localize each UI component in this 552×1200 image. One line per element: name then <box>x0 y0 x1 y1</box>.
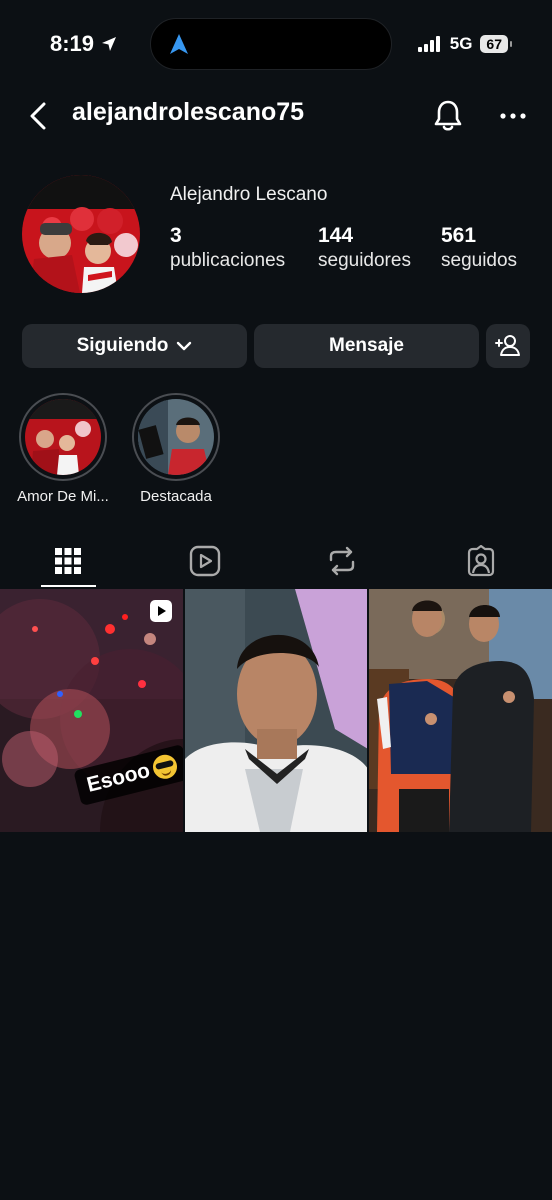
tagged-icon <box>467 545 495 577</box>
highlight-item[interactable]: Destacada <box>121 393 231 505</box>
reel-badge-icon <box>149 600 172 622</box>
reposts-icon <box>329 546 355 576</box>
post-thumbnail[interactable] <box>369 589 552 832</box>
notifications-button[interactable] <box>432 98 464 139</box>
profile-display-name: Alejandro Lescano <box>170 184 328 205</box>
following-button[interactable]: Siguiendo <box>22 324 247 368</box>
stat-followers-value: 144 <box>318 224 354 247</box>
back-button[interactable] <box>26 98 50 134</box>
highlight-cover <box>25 399 101 475</box>
more-dots-icon <box>500 113 526 119</box>
message-button-label: Mensaje <box>329 335 404 356</box>
navigation-icon <box>170 34 188 54</box>
post-thumbnail[interactable]: Esooo <box>0 589 183 832</box>
reels-icon <box>189 545 221 577</box>
tab-tagged[interactable] <box>461 541 501 581</box>
stat-following-label: seguidos <box>441 250 518 271</box>
highlight-ring <box>19 393 107 481</box>
profile-avatar[interactable] <box>22 175 140 293</box>
post-thumbnail[interactable] <box>184 589 368 832</box>
chevron-left-icon <box>30 102 46 130</box>
add-person-icon <box>495 335 520 356</box>
signal-icon <box>417 36 440 52</box>
highlight-item[interactable]: Amor De Mi... <box>8 393 118 505</box>
highlight-label: Amor De Mi... <box>17 488 109 505</box>
post-image <box>369 589 552 832</box>
status-bar: 8:19 5G 67 <box>0 0 552 90</box>
stat-posts-value: 3 <box>170 224 182 247</box>
post-image <box>184 589 368 832</box>
avatar-photo <box>22 175 140 293</box>
tab-posts-grid[interactable] <box>48 541 88 581</box>
suggest-users-button[interactable] <box>486 324 530 368</box>
status-time: 8:19 <box>50 31 118 57</box>
more-options-button[interactable] <box>500 104 526 133</box>
dynamic-island <box>150 18 392 70</box>
battery-indicator: 67 <box>480 35 512 53</box>
tab-reposts[interactable] <box>322 541 362 581</box>
grid-icon <box>55 548 81 574</box>
stat-posts-label: publicaciones <box>170 250 286 271</box>
bell-icon <box>434 100 462 131</box>
sunglasses-emoji-icon <box>150 752 180 782</box>
stat-following-value: 561 <box>441 224 477 247</box>
location-arrow-icon <box>102 37 117 51</box>
profile-tabs <box>0 537 552 587</box>
following-button-label: Siguiendo <box>76 335 169 356</box>
stat-followers-label: seguidores <box>318 250 411 271</box>
profile-header: alejandrolescano75 <box>0 96 552 136</box>
network-label: 5G <box>449 34 473 53</box>
stat-posts[interactable]: 3 publicaciones <box>170 224 285 272</box>
status-right: 5G 67 <box>417 34 512 54</box>
message-button[interactable]: Mensaje <box>254 324 479 368</box>
highlight-cover <box>138 399 214 475</box>
chevron-down-icon <box>177 341 192 351</box>
highlight-ring <box>132 393 220 481</box>
stat-followers[interactable]: 144 seguidores <box>318 224 411 272</box>
posts-grid: Esooo <box>0 589 552 832</box>
highlight-label: Destacada <box>140 488 212 505</box>
stat-following[interactable]: 561 seguidos <box>441 224 517 272</box>
profile-username: alejandrolescano75 <box>72 98 305 126</box>
active-tab-indicator <box>41 585 96 587</box>
status-time-text: 8:19 <box>50 31 95 56</box>
tab-reels[interactable] <box>185 541 225 581</box>
